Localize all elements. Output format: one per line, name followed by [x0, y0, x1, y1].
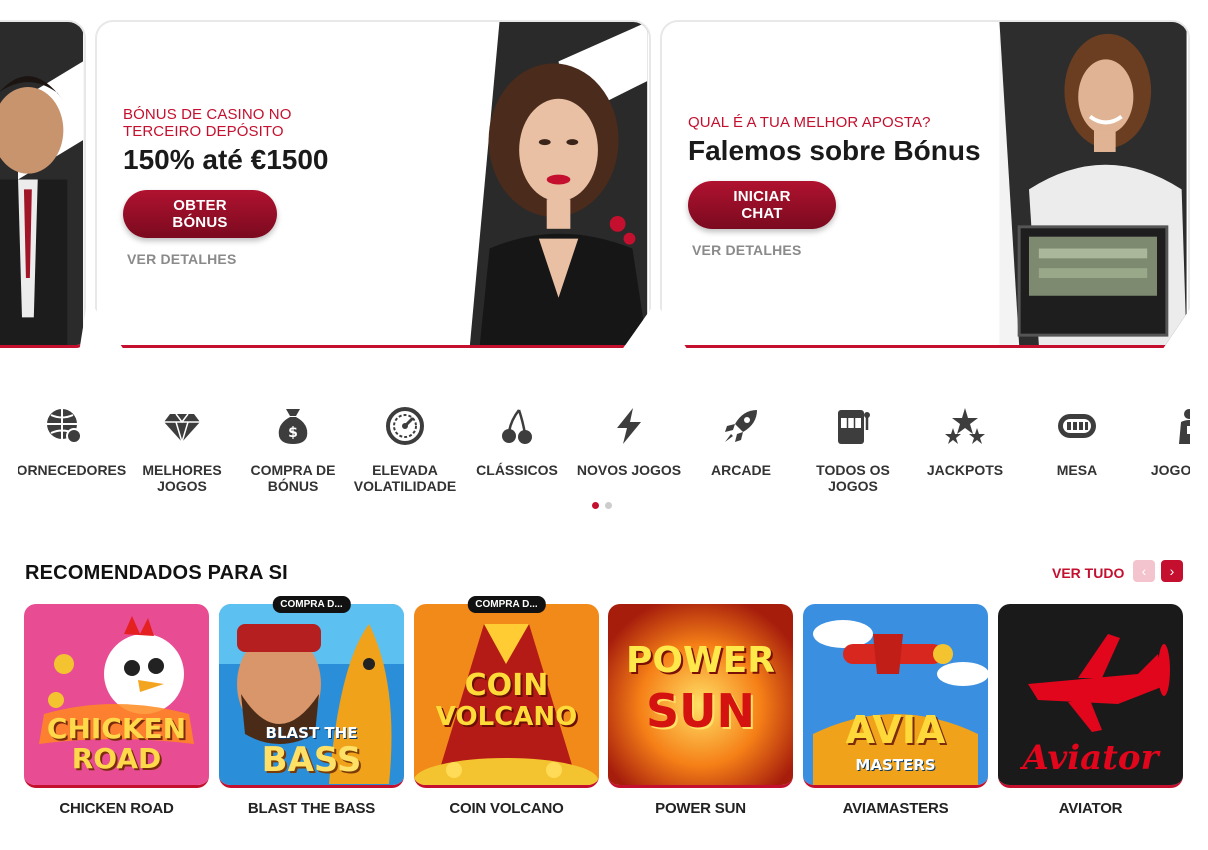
game-art-title-line1: CHICKEN	[46, 712, 187, 745]
dealer-image	[0, 22, 84, 345]
game-art-title-line2: MASTERS	[855, 756, 936, 774]
game-name: AVIATOR	[1058, 800, 1123, 817]
live-dealer-icon	[1179, 409, 1190, 444]
prev-button[interactable]: ‹	[1133, 560, 1155, 582]
chat-model-image	[999, 22, 1187, 345]
game-card-coin-volcano[interactable]: COMPRA D... COIN VOLCANO COIN VOLCANO	[414, 596, 599, 817]
category-high-volatility[interactable]: ELEVADA VOLATILIDADE	[349, 398, 461, 494]
category-providers[interactable]: FORNECEDORES	[18, 398, 127, 478]
game-name: COIN VOLCANO	[449, 800, 564, 817]
game-thumbnail[interactable]: POWER SUN	[608, 604, 793, 788]
category-carousel[interactable]: FORNECEDORES MELHORES JOGOS $ COMPRA DE …	[18, 398, 1190, 508]
category-label: MESA	[1056, 462, 1098, 478]
game-card-aviamasters[interactable]: AVIA MASTERS AVIAMASTERS	[803, 604, 988, 817]
game-thumbnail[interactable]: AVIA MASTERS	[803, 604, 988, 788]
game-art-title-line1: AVIA	[845, 708, 946, 752]
rocket-icon	[725, 410, 757, 442]
category-label: JACKPOTS	[926, 462, 1004, 478]
diamond-icon	[164, 413, 200, 445]
slot-machine-icon	[838, 410, 870, 444]
category-table[interactable]: MESA	[1021, 398, 1133, 478]
banner-eyebrow: BÓNUS DE CASINO NO TERCEIRO DEPÓSITO	[123, 106, 292, 140]
category-label: ARCADE	[711, 462, 771, 478]
game-art-title-line2: BASS	[261, 740, 362, 780]
category-label: ELEVADA VOLATILIDADE	[353, 462, 457, 494]
get-bonus-button[interactable]: OBTER BÓNUS	[123, 190, 277, 238]
game-name: BLAST THE BASS	[247, 800, 376, 817]
category-new-games[interactable]: NOVOS JOGOS	[573, 398, 685, 478]
pagination-dot[interactable]	[605, 502, 612, 509]
category-best-games[interactable]: MELHORES JOGOS	[126, 398, 238, 494]
category-label: COMPRA DE BÓNUS	[250, 462, 336, 494]
money-bag-icon: $	[278, 409, 308, 444]
game-thumbnail[interactable]: BLAST THE BASS	[219, 604, 404, 788]
chevron-left-icon: ‹	[1141, 563, 1147, 579]
globe-icon	[47, 409, 82, 444]
next-button[interactable]: ›	[1161, 560, 1183, 582]
category-live-games[interactable]: JOGOS VIV	[1133, 398, 1190, 478]
bonus-buy-badge: COMPRA D...	[467, 596, 546, 613]
game-thumbnail[interactable]: COIN VOLCANO	[414, 604, 599, 788]
game-card-chicken-road[interactable]: CHICKEN ROAD CHICKEN ROAD	[24, 604, 209, 817]
game-card-power-sun[interactable]: POWER SUN POWER SUN	[608, 604, 793, 817]
category-label: FORNECEDORES	[18, 462, 127, 478]
game-card-blast-the-bass[interactable]: COMPRA D... BLAST THE BASS BLAST THE BAS…	[219, 596, 404, 817]
banner-eyebrow: QUAL É A TUA MELHOR APOSTA?	[688, 114, 931, 131]
game-art-title-line2: VOLCANO	[435, 702, 578, 732]
category-label: JOGOS VIV	[1150, 462, 1190, 478]
category-all-games[interactable]: TODOS OS JOGOS	[797, 398, 909, 494]
game-name: POWER SUN	[655, 800, 746, 817]
gauge-icon	[386, 407, 424, 445]
game-name: CHICKEN ROAD	[59, 800, 174, 817]
category-label: TODOS OS JOGOS	[816, 462, 890, 494]
view-details-link[interactable]: VER DETALHES	[692, 242, 802, 258]
category-arcade[interactable]: ARCADE	[685, 398, 797, 478]
start-chat-button[interactable]: INICIAR CHAT	[688, 181, 836, 229]
promo-banner-previous[interactable]	[0, 20, 86, 348]
bonus-model-image	[469, 22, 648, 345]
game-art-title-line2: ROAD	[71, 742, 162, 775]
category-bonus-buy[interactable]: $ COMPRA DE BÓNUS	[237, 398, 349, 494]
svg-text:$: $	[288, 425, 298, 441]
cherries-icon	[502, 409, 532, 444]
carousel-pagination[interactable]	[592, 496, 618, 514]
see-all-link[interactable]: VER TUDO	[1052, 565, 1124, 581]
promo-banner-deposit-bonus[interactable]: BÓNUS DE CASINO NO TERCEIRO DEPÓSITO 150…	[95, 20, 651, 348]
promo-banner-chat[interactable]: QUAL É A TUA MELHOR APOSTA? Falemos sobr…	[660, 20, 1190, 348]
category-label: MELHORES JOGOS	[142, 462, 222, 494]
game-card-aviator[interactable]: Aviator AVIATOR	[998, 604, 1183, 817]
jackpot-stars-icon	[945, 408, 985, 444]
pagination-dot-active[interactable]	[592, 502, 599, 509]
category-jackpots[interactable]: JACKPOTS	[909, 398, 1021, 478]
chevron-right-icon: ›	[1169, 563, 1175, 579]
lightning-icon	[617, 408, 641, 444]
game-thumbnail[interactable]: Aviator	[998, 604, 1183, 788]
banner-headline: 150% até €1500	[123, 144, 329, 175]
game-art-title-line2: SUN	[646, 684, 755, 738]
table-icon	[1058, 414, 1096, 438]
game-thumbnail[interactable]: CHICKEN ROAD	[24, 604, 209, 788]
bonus-buy-badge: COMPRA D...	[272, 596, 351, 613]
banner-headline: Falemos sobre Bónus	[688, 135, 981, 166]
category-classics[interactable]: CLÁSSICOS	[461, 398, 573, 478]
game-art-title-line2: Aviator	[1022, 738, 1159, 778]
game-art-title-line1: COIN	[464, 668, 549, 703]
section-title: RECOMENDADOS PARA SI	[25, 562, 288, 584]
game-name: AVIAMASTERS	[842, 800, 949, 817]
category-label: CLÁSSICOS	[476, 462, 558, 478]
view-details-link[interactable]: VER DETALHES	[127, 251, 237, 267]
game-art-title-line1: POWER	[625, 640, 775, 681]
category-label: NOVOS JOGOS	[576, 462, 682, 478]
